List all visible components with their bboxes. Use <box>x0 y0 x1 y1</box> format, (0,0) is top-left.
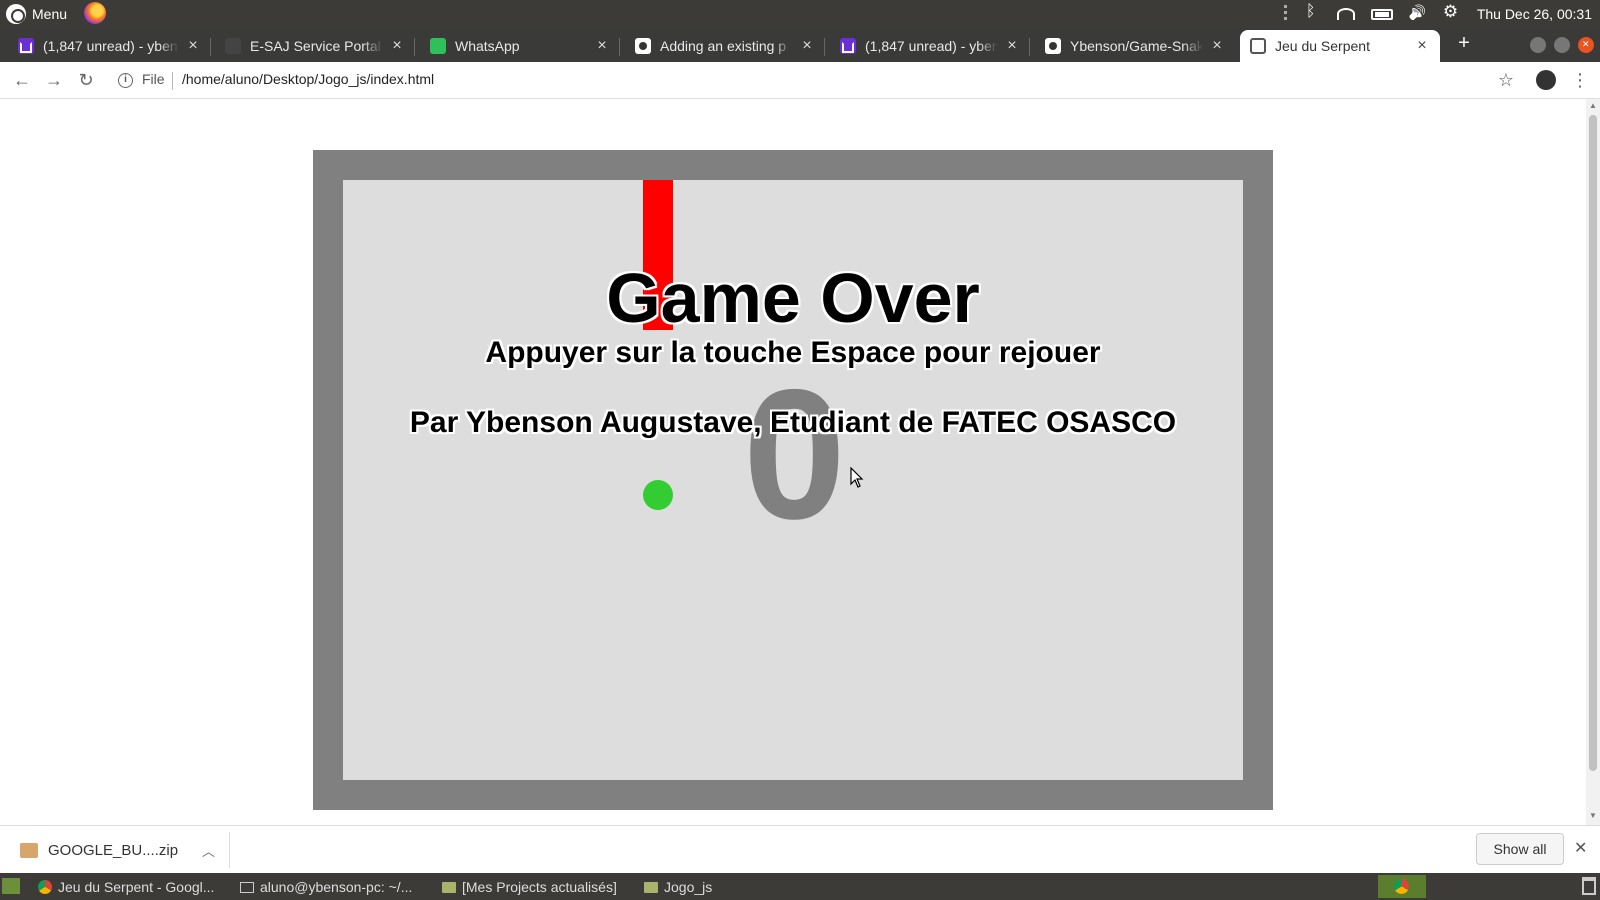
tab-close-icon[interactable]: × <box>389 37 405 55</box>
ubuntu-logo-icon <box>6 4 26 24</box>
restart-instruction: Appuyer sur la touche Espace pour rejoue… <box>485 336 1101 369</box>
tab-jeu-du-serpent[interactable]: Jeu du Serpent × <box>1240 30 1440 62</box>
taskbar-item-projects-folder[interactable]: [Mes Projects actualisés] <box>442 877 617 897</box>
tab-esaj[interactable]: E-SAJ Service Portal × <box>215 30 415 62</box>
back-arrow-icon[interactable]: ← <box>10 68 34 92</box>
mouse-cursor-icon <box>850 467 864 488</box>
browser-menu-kebab-icon[interactable]: ⋮ <box>1568 68 1592 92</box>
volume-icon[interactable] <box>1409 6 1427 22</box>
tab-title: WhatsApp <box>455 38 520 54</box>
url-divider <box>172 72 173 90</box>
tab-whatsapp[interactable]: WhatsApp × <box>420 30 620 62</box>
globe-icon <box>1250 38 1266 54</box>
close-download-shelf-icon[interactable]: ✕ <box>1574 838 1587 858</box>
tab-title: (1,847 unread) - yben <box>43 38 178 54</box>
tab-title: Jeu du Serpent <box>1275 38 1370 54</box>
scrollbar-thumb[interactable] <box>1589 115 1597 771</box>
tab-close-icon[interactable]: × <box>1004 37 1020 55</box>
whatsapp-icon <box>430 38 446 54</box>
settings-gear-icon[interactable] <box>1443 2 1461 22</box>
system-top-panel: Menu Thu Dec 26, 00:31 <box>0 0 1600 28</box>
tab-title: (1,847 unread) - yben <box>865 38 998 54</box>
browser-toolbar: ← → ↻ i File /home/aluno/Desktop/Jogo_js… <box>0 62 1600 99</box>
tab-github-adding[interactable]: Adding an existing p × <box>625 30 825 62</box>
blank-page-icon <box>225 38 241 54</box>
author-credit: Par Ybenson Augustave, Etudiant de FATEC… <box>409 406 1177 439</box>
page-scrollbar[interactable]: ▲ ▼ <box>1586 99 1600 825</box>
address-bar-input[interactable]: /home/aluno/Desktop/Jogo_js/index.html <box>182 71 434 87</box>
folder-icon <box>442 881 456 893</box>
close-window-icon[interactable] <box>1578 37 1594 53</box>
game-board[interactable]: 0 Game Over Appuyer sur la touche Espace… <box>343 180 1243 780</box>
game-over-title: Game Over <box>606 259 980 337</box>
show-all-downloads-button[interactable]: Show all <box>1476 833 1564 865</box>
folder-icon <box>644 881 658 893</box>
tab-mail-1[interactable]: (1,847 unread) - yben × <box>8 30 211 62</box>
score-display: 0 <box>743 352 846 558</box>
chrome-icon <box>38 880 52 894</box>
zip-archive-icon <box>20 842 38 858</box>
system-menu-button[interactable]: Menu <box>6 4 67 24</box>
taskbar-item-label: Jeu du Serpent - Googl... <box>58 879 215 895</box>
site-info-icon[interactable]: i <box>118 73 133 88</box>
tab-github-game[interactable]: Ybenson/Game-Snak × <box>1035 30 1235 62</box>
show-desktop-icon[interactable] <box>2 878 20 894</box>
github-icon <box>1045 38 1061 54</box>
new-tab-plus-icon[interactable]: + <box>1452 32 1476 55</box>
tab-close-icon[interactable]: × <box>594 37 610 55</box>
scroll-down-arrow-icon[interactable]: ▼ <box>1589 811 1597 820</box>
tray-handle-icon[interactable] <box>1283 5 1287 23</box>
download-item[interactable]: GOOGLE_BU....zip ︿ <box>12 832 230 868</box>
mail-icon <box>840 38 856 54</box>
taskbar-item-chrome[interactable]: Jeu du Serpent - Googl... <box>38 877 214 897</box>
bottom-taskbar: Jeu du Serpent - Googl... aluno@ybenson-… <box>0 873 1600 900</box>
apple-food <box>643 480 673 510</box>
profile-avatar-icon[interactable] <box>1536 70 1556 90</box>
download-shelf: GOOGLE_BU....zip ︿ Show all ✕ <box>0 825 1600 873</box>
terminal-icon <box>240 881 254 893</box>
chevron-up-icon[interactable]: ︿ <box>202 841 215 860</box>
system-clock[interactable]: Thu Dec 26, 00:31 <box>1477 6 1592 22</box>
trash-icon[interactable] <box>1582 877 1596 895</box>
tab-title: E-SAJ Service Portal <box>250 38 381 54</box>
url-scheme-label: File <box>142 71 165 87</box>
taskbar-item-terminal[interactable]: aluno@ybenson-pc: ~/... <box>240 877 412 897</box>
bookmark-star-icon[interactable]: ☆ <box>1494 68 1518 92</box>
taskbar-item-label: [Mes Projects actualisés] <box>462 879 617 895</box>
reload-icon[interactable]: ↻ <box>74 68 98 92</box>
system-menu-label: Menu <box>32 6 68 22</box>
system-tray: Thu Dec 26, 00:31 <box>1283 0 1600 28</box>
bluetooth-icon[interactable] <box>1303 3 1321 22</box>
maximize-window-icon[interactable] <box>1554 37 1570 53</box>
scroll-up-arrow-icon[interactable]: ▲ <box>1589 101 1597 110</box>
browser-tab-strip: (1,847 unread) - yben × E-SAJ Service Po… <box>0 28 1600 62</box>
taskbar-item-jogo-folder[interactable]: Jogo_js <box>644 877 712 897</box>
github-icon <box>635 38 651 54</box>
taskbar-item-label: aluno@ybenson-pc: ~/... <box>260 879 413 895</box>
minimize-window-icon[interactable] <box>1530 37 1546 53</box>
tab-close-icon[interactable]: × <box>185 37 201 55</box>
wifi-icon[interactable] <box>1336 8 1355 20</box>
chrome-tray-icon[interactable] <box>1378 875 1426 898</box>
tab-close-icon[interactable]: × <box>799 37 815 55</box>
tab-close-icon[interactable]: × <box>1414 37 1430 55</box>
tab-close-icon[interactable]: × <box>1209 37 1225 55</box>
forward-arrow-icon[interactable]: → <box>42 68 66 92</box>
mail-icon <box>18 38 34 54</box>
download-file-name: GOOGLE_BU....zip <box>48 841 179 859</box>
page-viewport: 0 Game Over Appuyer sur la touche Espace… <box>0 99 1586 825</box>
tab-title: Ybenson/Game-Snak <box>1070 38 1203 54</box>
firefox-launcher-icon[interactable] <box>84 2 106 24</box>
game-canvas-frame: 0 Game Over Appuyer sur la touche Espace… <box>313 150 1273 810</box>
tab-mail-2[interactable]: (1,847 unread) - yben × <box>830 30 1030 62</box>
battery-icon[interactable] <box>1370 8 1393 20</box>
tab-title: Adding an existing p <box>660 38 787 54</box>
taskbar-item-label: Jogo_js <box>664 879 713 895</box>
